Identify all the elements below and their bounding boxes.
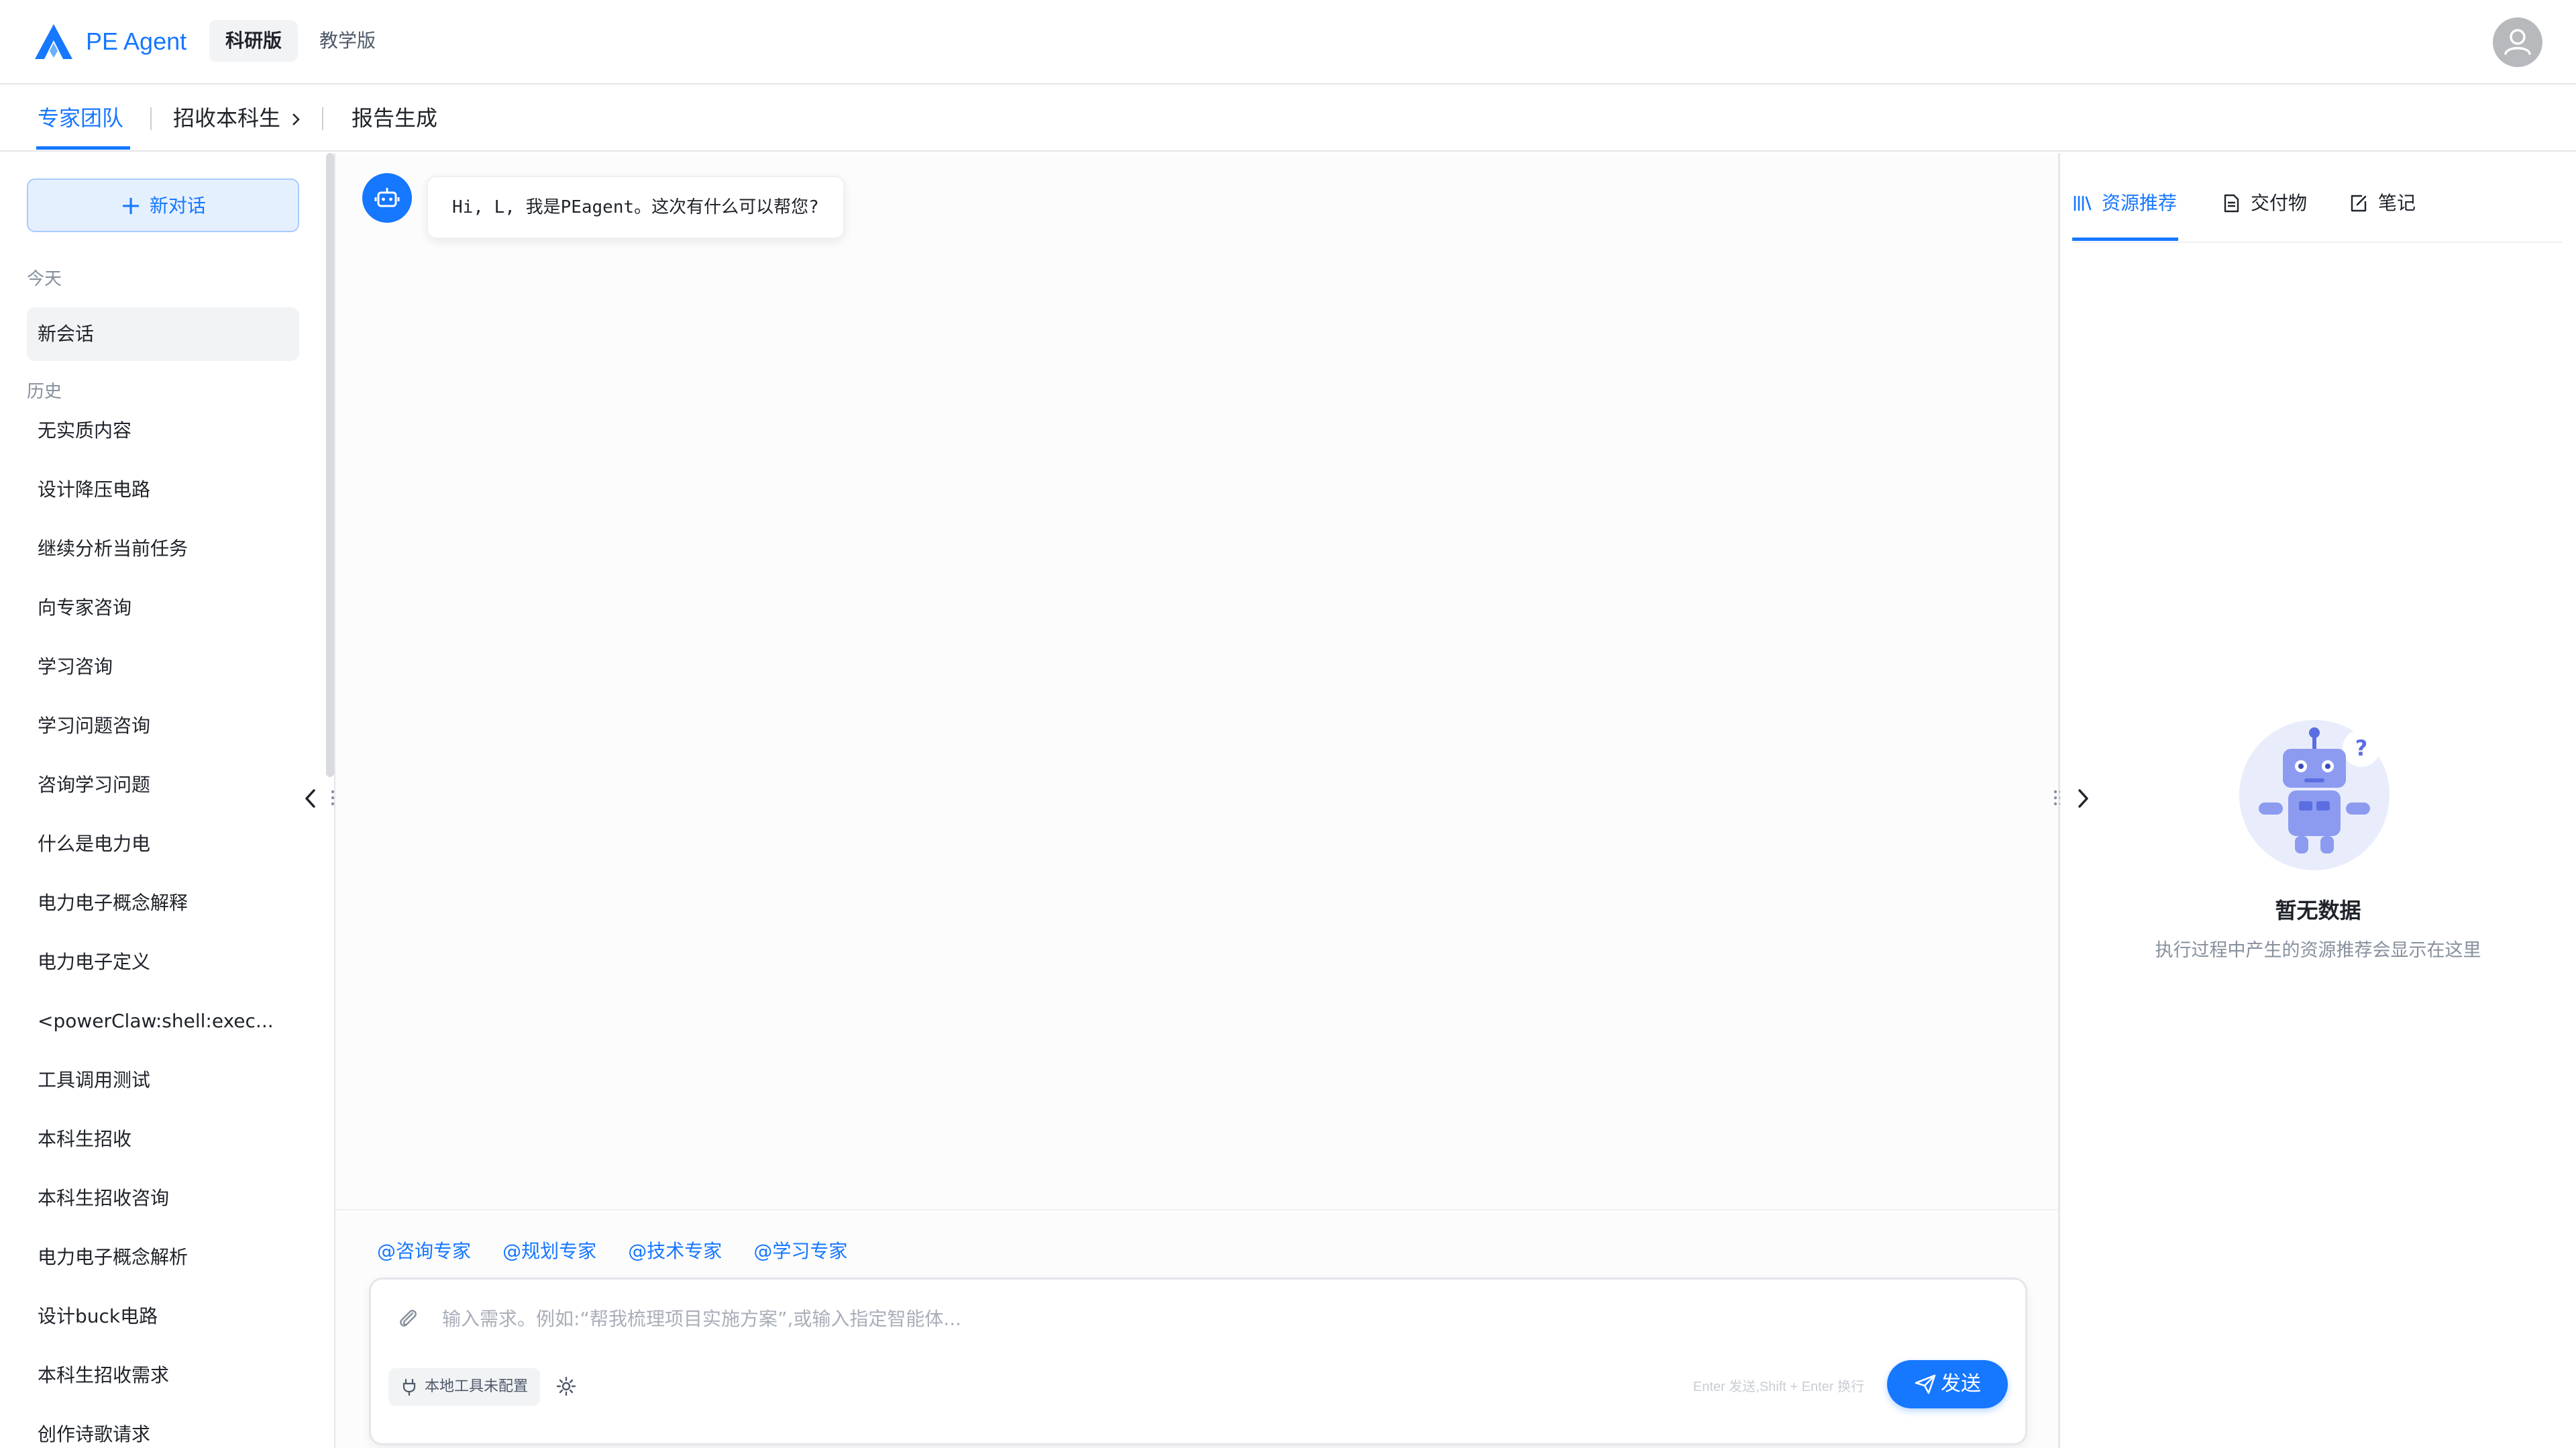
tab-deliverables-label: 交付物 xyxy=(2251,192,2308,214)
nav-separator xyxy=(322,107,323,130)
active-tab-underline xyxy=(2072,238,2178,241)
gear-icon[interactable] xyxy=(555,1375,578,1398)
edition-teaching-button[interactable]: 教学版 xyxy=(303,20,392,62)
history-item[interactable]: 创作诗歌请求 xyxy=(27,1418,299,1448)
history-item[interactable]: 什么是电力电 xyxy=(27,828,299,887)
send-shortcut-hint: Enter 发送,Shift + Enter 换行 xyxy=(1693,1380,1864,1394)
mention-consult-expert[interactable]: @咨询专家 xyxy=(377,1235,471,1268)
robot-icon xyxy=(374,188,400,207)
history-item[interactable]: 电力电子定义 xyxy=(27,946,299,1005)
user-icon xyxy=(2504,29,2531,55)
history-list: 无实质内容 设计降压电路 继续分析当前任务 向专家咨询 学习咨询 学习问题咨询 … xyxy=(27,415,299,1448)
history-item[interactable]: 本科生招收需求 xyxy=(27,1359,299,1418)
active-tab-underline xyxy=(36,146,130,150)
sub-nav: 专家团队 招收本科生 报告生成 xyxy=(0,86,2576,152)
tab-deliverables[interactable]: 交付物 xyxy=(2221,188,2307,219)
history-item[interactable]: 学习咨询 xyxy=(27,651,299,710)
new-chat-button[interactable]: + 新对话 xyxy=(27,178,299,232)
tab-notes-label: 笔记 xyxy=(2378,192,2416,214)
history-item[interactable]: 无实质内容 xyxy=(27,415,299,474)
user-avatar[interactable] xyxy=(2493,17,2542,67)
history-item[interactable]: 向专家咨询 xyxy=(27,592,299,651)
paperclip-icon[interactable] xyxy=(396,1306,419,1329)
session-item-active[interactable]: 新会话 xyxy=(27,307,299,361)
plug-icon xyxy=(402,1378,416,1396)
history-item[interactable]: 学习问题咨询 xyxy=(27,710,299,769)
sidebar-scrollbar[interactable] xyxy=(326,153,334,777)
tab-report[interactable]: 报告生成 xyxy=(352,102,437,134)
send-button[interactable]: 发送 xyxy=(1887,1360,2008,1408)
right-panel-tabs: 资源推荐 交付物 笔记 xyxy=(2072,173,2562,243)
plus-icon: + xyxy=(120,191,142,220)
history-item[interactable]: 本科生招收 xyxy=(27,1123,299,1182)
edit-note-icon xyxy=(2351,195,2367,212)
history-item[interactable]: 设计降压电路 xyxy=(27,474,299,533)
library-icon xyxy=(2074,195,2092,211)
tab-resource-recommendations[interactable]: 资源推荐 xyxy=(2072,188,2177,219)
history-item[interactable]: <powerClaw:shell:exec... xyxy=(27,1005,299,1064)
chevron-right-icon xyxy=(292,113,300,125)
expert-mentions: @咨询专家 @规划专家 @技术专家 @学习专家 xyxy=(377,1235,875,1268)
mention-planning-expert[interactable]: @规划专家 xyxy=(502,1235,596,1268)
new-chat-label: 新对话 xyxy=(149,195,206,217)
nav-separator xyxy=(150,107,152,130)
tab-undergrad-admission-label: 招收本科生 xyxy=(173,105,281,131)
brand-name[interactable]: PE Agent xyxy=(86,24,186,59)
tab-resource-label: 资源推荐 xyxy=(2102,192,2178,214)
message-input[interactable] xyxy=(441,1300,1917,1337)
bot-avatar xyxy=(362,173,412,223)
history-item[interactable]: 工具调用测试 xyxy=(27,1064,299,1123)
send-label: 发送 xyxy=(1941,1372,1981,1396)
svg-text:?: ? xyxy=(2355,735,2368,761)
history-item[interactable]: 咨询学习问题 xyxy=(27,769,299,828)
tab-expert-team[interactable]: 专家团队 xyxy=(38,102,123,134)
chat-divider xyxy=(335,1209,2058,1210)
local-tools-label: 本地工具未配置 xyxy=(425,1378,529,1395)
document-icon xyxy=(2224,194,2239,213)
history-item[interactable]: 设计buck电路 xyxy=(27,1300,299,1359)
history-label: 历史 xyxy=(27,382,62,402)
mention-learning-expert[interactable]: @学习专家 xyxy=(753,1235,847,1268)
history-item[interactable]: 电力电子概念解释 xyxy=(27,887,299,946)
mention-tech-expert[interactable]: @技术专家 xyxy=(628,1235,722,1268)
expand-panel-chevron-right-icon[interactable] xyxy=(2073,786,2093,811)
tab-undergrad-admission[interactable]: 招收本科生 xyxy=(173,102,302,134)
empty-robot-illustration-icon: ? xyxy=(2239,720,2390,870)
tab-notes[interactable]: 笔记 xyxy=(2349,188,2416,219)
empty-state-description: 执行过程中产生的资源推荐会显示在这里 xyxy=(2155,940,2481,961)
collapse-sidebar-chevron-left-icon[interactable] xyxy=(301,786,321,811)
pe-agent-logo-icon xyxy=(35,24,72,59)
sidebar: + 新对话 今天 新会话 历史 无实质内容 设计降压电路 继续分析当前任务 向专家… xyxy=(0,153,327,1448)
history-item[interactable]: 电力电子概念解析 xyxy=(27,1241,299,1300)
paper-plane-icon xyxy=(1915,1374,1936,1394)
assistant-message: Hi, L, 我是PEagent。这次有什么可以帮您? xyxy=(427,176,845,239)
today-label: 今天 xyxy=(27,269,62,289)
local-tools-button[interactable]: 本地工具未配置 xyxy=(388,1368,541,1406)
edition-research-button[interactable]: 科研版 xyxy=(209,20,299,62)
top-bar: PE Agent 科研版 教学版 xyxy=(0,0,2576,85)
chat-area: Hi, L, 我是PEagent。这次有什么可以帮您? @咨询专家 @规划专家 … xyxy=(335,153,2058,1448)
empty-state-title: 暂无数据 xyxy=(2275,898,2361,923)
history-item[interactable]: 本科生招收咨询 xyxy=(27,1182,299,1241)
right-panel: 资源推荐 交付物 笔记 ? 暂无数据 执行过程中产生的资源推荐会显示在这里 xyxy=(2060,153,2576,1448)
history-item[interactable]: 继续分析当前任务 xyxy=(27,533,299,592)
message-composer: 本地工具未配置 Enter 发送,Shift + Enter 换行 发送 xyxy=(369,1278,2027,1445)
